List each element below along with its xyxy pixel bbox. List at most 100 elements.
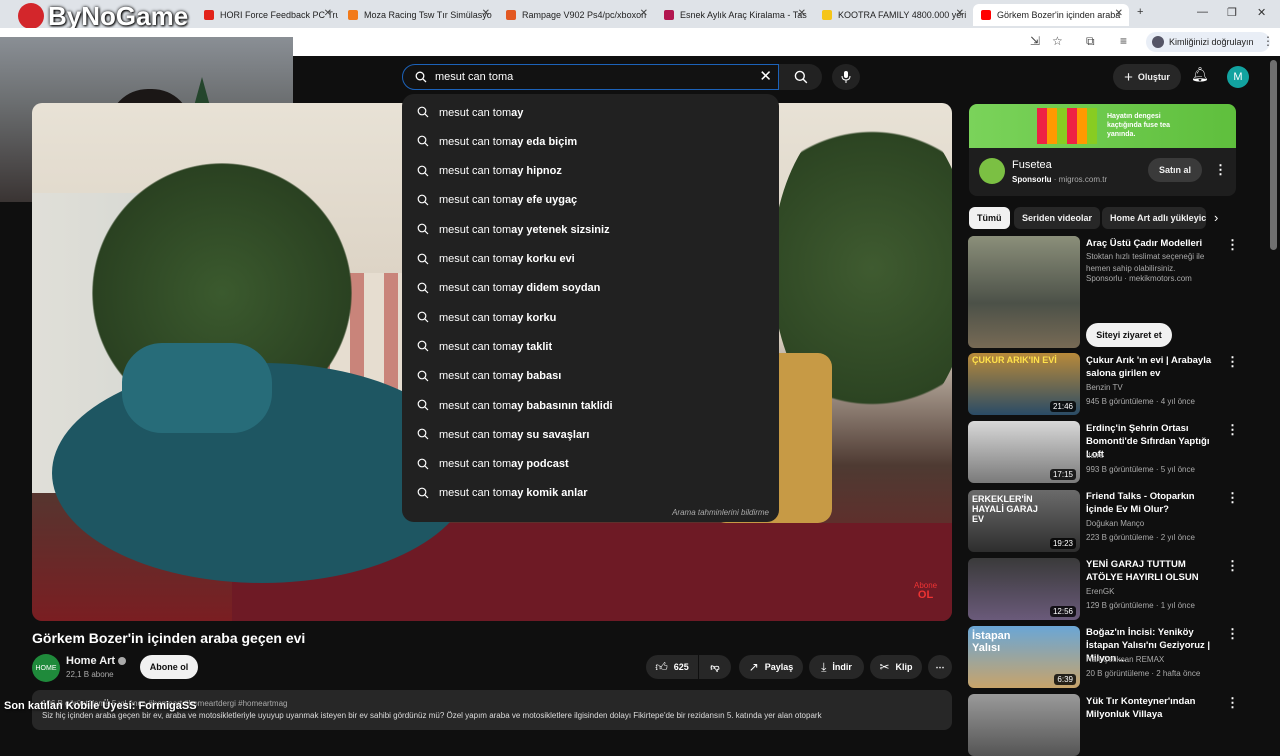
tab-close-icon[interactable]: ✕ [1115,8,1123,19]
related-thumbnail[interactable] [968,694,1080,756]
related-channel[interactable]: Doğukan Manço [1086,519,1144,528]
browser-menu-icon[interactable]: ⋮ [1262,34,1274,48]
chevron-right-icon[interactable]: › [1214,210,1218,225]
extensions-icon[interactable]: ⧉ [1086,34,1095,49]
browser-tab[interactable]: Rampage V902 Ps4/pc/xboxon ✕ [498,4,654,26]
search-suggestion[interactable]: mesut can tomay didem soydan [402,274,779,303]
minimize-icon[interactable]: — [1197,6,1208,18]
tab-favicon-icon [348,10,358,20]
browser-tab[interactable]: HORI Force Feedback PC Truck ✕ [196,4,338,26]
related-title[interactable]: Erdinç'in Şehrin Ortası Bomonti'de Sıfır… [1086,422,1222,461]
buy-button[interactable]: Satın al [1148,158,1202,182]
search-suggestion[interactable]: mesut can tomay eda biçim [402,127,779,156]
search-suggestion[interactable]: mesut can tomay efe uygaç [402,186,779,215]
search-suggestion[interactable]: mesut can tomay hipnoz [402,157,779,186]
tab-close-icon[interactable]: ✕ [324,8,332,19]
suggestion-completion: ay [511,106,524,119]
browser-tab-active[interactable]: Görkem Bozer'in içinden araba ✕ [973,4,1129,26]
chip-uploader[interactable]: Home Art adlı yükleyici [1102,207,1206,229]
subscribe-button[interactable]: Abone ol [140,655,198,679]
voice-search-button[interactable] [832,64,860,90]
search-icon [417,282,429,294]
channel-name[interactable]: Home Art [66,655,127,667]
more-vert-icon[interactable]: ⋮ [1226,490,1239,506]
account-avatar[interactable]: M [1227,66,1249,88]
ad-menu-icon[interactable]: ⋮ [1214,162,1227,178]
related-title[interactable]: Yük Tır Konteyner'ından Milyonluk Villay… [1086,695,1222,721]
search-suggestion[interactable]: mesut can tomay [402,98,779,127]
ad-banner[interactable]: Hayatın dengesi kaçtığında fuse tea yanı… [969,104,1236,148]
search-icon [417,487,429,499]
more-vert-icon[interactable]: ⋮ [1226,237,1239,253]
search-suggestion[interactable]: mesut can tomay komik anlar [402,479,779,508]
download-button[interactable]: ⤓ İndir [809,655,864,679]
page-scrollbar[interactable] [1270,60,1277,250]
related-channel[interactable]: daire [1086,451,1104,460]
clear-search-icon[interactable]: ✕ [759,67,772,85]
reading-list-icon[interactable]: ≡ [1120,34,1127,48]
related-thumbnail[interactable]: ERKEKLER'İN HAYALİ GARAJ EV 19:23 [968,490,1080,552]
search-input[interactable]: mesut can toma ✕ [402,64,779,90]
related-title[interactable]: Araç Üstü Çadır Modelleri [1086,237,1222,250]
install-app-icon[interactable]: ⇲ [1030,34,1040,48]
tab-close-icon[interactable]: ✕ [956,8,964,19]
related-channel[interactable]: Han Çelikcan REMAX [1086,655,1164,664]
report-suggestions-link[interactable]: Arama tahminlerini bildirme [672,508,769,517]
related-thumbnail[interactable]: 17:15 [968,421,1080,483]
related-title[interactable]: YENİ GARAJ TUTTUM ATÖLYE HAYIRLI OLSUN [1086,558,1222,584]
maximize-icon[interactable]: ❐ [1227,6,1237,19]
search-button[interactable] [779,64,822,90]
browser-tab[interactable]: KOOTRA FAMILY 4800.000 yeri ✕ [814,4,970,26]
new-tab-button[interactable]: + [1137,6,1143,18]
more-vert-icon[interactable]: ⋮ [1226,695,1239,711]
related-thumbnail[interactable]: 12:56 [968,558,1080,620]
search-icon [417,428,429,440]
search-icon [417,458,429,470]
create-button[interactable]: + Oluştur [1113,64,1181,90]
clip-button[interactable]: ✂ Klip [870,655,922,679]
visit-site-button[interactable]: Siteyi ziyaret et [1086,323,1172,347]
channel-avatar[interactable]: HOME [32,654,60,682]
search-suggestion[interactable]: mesut can tomay korku evi [402,245,779,274]
browser-tab[interactable]: Moza Racing Tsw Tır Simülasyo ✕ [340,4,496,26]
dislike-button[interactable]: 👎︎ [699,655,731,679]
related-title[interactable]: Çukur Arık 'ın evi | Arabayla salona gir… [1086,354,1222,380]
like-button[interactable]: 👍︎ 625 [646,655,698,679]
related-channel[interactable]: ErenGK [1086,587,1114,596]
related-thumbnail-sponsored[interactable] [968,236,1080,348]
more-actions-button[interactable]: ⋯ [928,655,952,679]
suggestion-typed: mesut can tom [439,165,512,178]
ad-advertiser-name[interactable]: Fusetea [1012,159,1052,171]
search-suggestion[interactable]: mesut can tomay taklit [402,332,779,361]
subscribe-watermark[interactable]: Abone OL [914,582,937,601]
tab-close-icon[interactable]: ✕ [798,8,806,19]
more-vert-icon[interactable]: ⋮ [1226,626,1239,642]
notifications-bell-icon[interactable]: 🔔︎ [1191,66,1209,83]
chip-series[interactable]: Seriden videolar [1014,207,1101,229]
more-vert-icon[interactable]: ⋮ [1226,354,1239,370]
chip-all[interactable]: Tümü [969,207,1010,229]
search-suggestion[interactable]: mesut can tomay babası [402,362,779,391]
tab-close-icon[interactable]: ✕ [482,8,490,19]
search-suggestion[interactable]: mesut can tomay babasının taklidi [402,391,779,420]
search-suggestion[interactable]: mesut can tomay korku [402,303,779,332]
more-vert-icon[interactable]: ⋮ [1226,422,1239,438]
window-close-icon[interactable]: ✕ [1257,6,1266,19]
related-thumbnail[interactable]: İstapan Yalısı 6:39 [968,626,1080,688]
related-channel[interactable]: Benzin TV [1086,383,1123,392]
browser-tab[interactable]: Esnek Aylık Araç Kiralama - Tas ✕ [656,4,812,26]
more-vert-icon[interactable]: ⋮ [1226,558,1239,574]
search-suggestion[interactable]: mesut can tomay podcast [402,450,779,479]
tab-close-icon[interactable]: ✕ [640,8,648,19]
ad-advertiser-logo[interactable] [979,158,1005,184]
share-button[interactable]: ↗ Paylaş [739,655,803,679]
suggestion-text: mesut can tomay komik anlar [439,487,588,499]
search-suggestion[interactable]: mesut can tomay yetenek sizsiniz [402,215,779,244]
bookmark-star-icon[interactable]: ☆ [1052,34,1063,48]
duration-badge: 12:56 [1049,606,1076,617]
related-thumbnail[interactable]: ÇUKUR ARIK'IN EVİ 21:46 [968,353,1080,415]
watermark-bottom: OL [917,589,934,601]
profile-button[interactable]: Kimliğinizi doğrulayın [1146,32,1270,52]
related-title[interactable]: Friend Talks - Otoparkın İçinde Ev Mi Ol… [1086,490,1222,516]
search-suggestion[interactable]: mesut can tomay su savaşları [402,420,779,449]
